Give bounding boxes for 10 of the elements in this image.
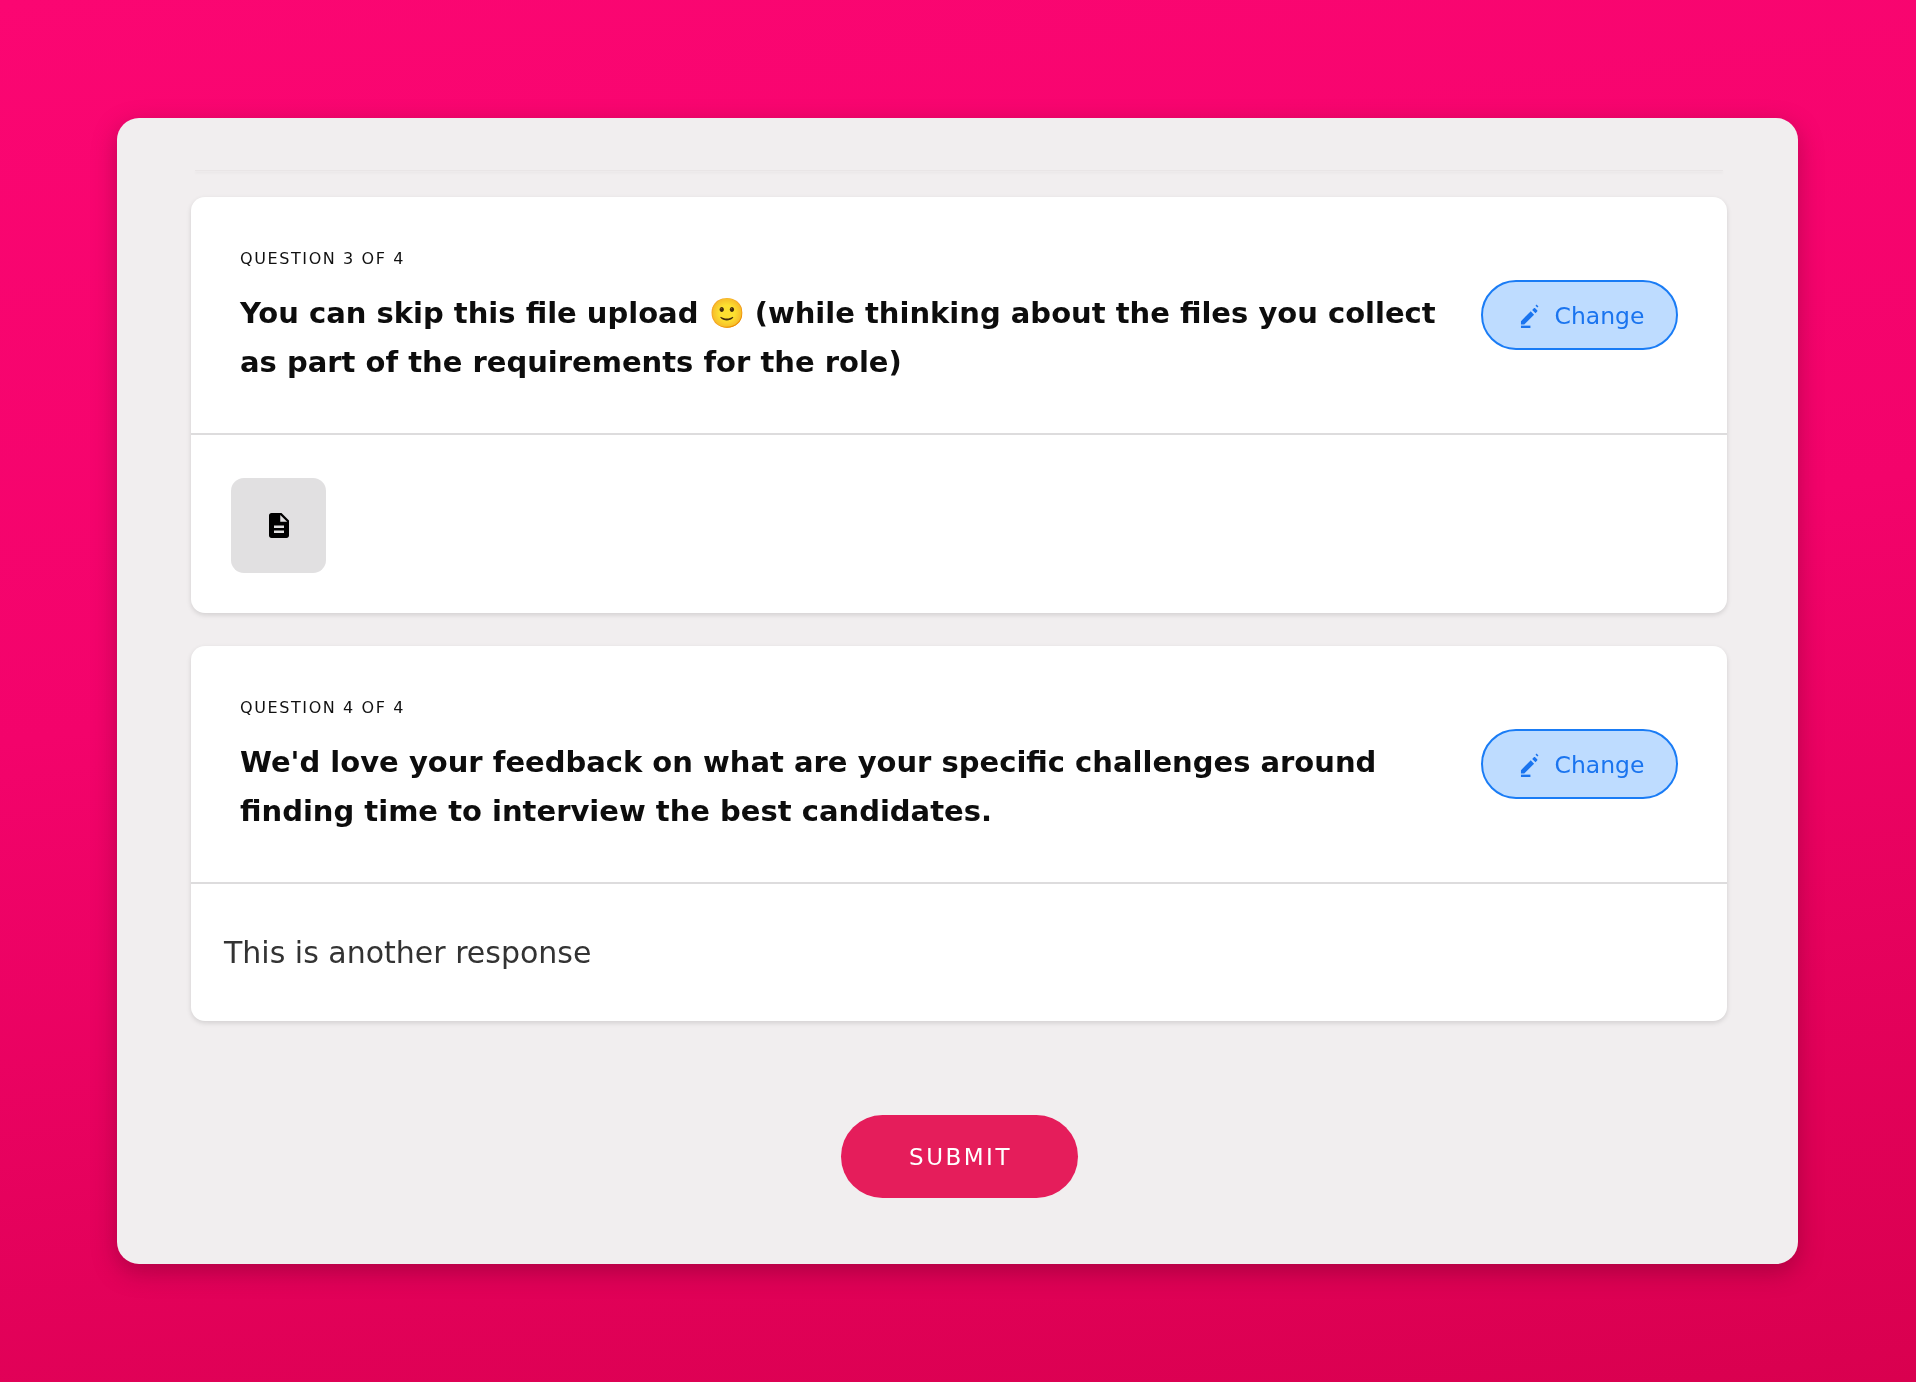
change-button[interactable]: Change [1481, 280, 1678, 350]
submit-button[interactable]: SUBMIT [840, 1115, 1078, 1198]
question-number: QUESTION 4 OF 4 [240, 697, 406, 719]
change-button[interactable]: Change [1481, 729, 1678, 799]
question-title: We'd love your feedback on what are your specific challenges around finding time to interview the best candidates. [240, 744, 1378, 830]
question-title: You can skip this file upload 🙂 (while thinking about the files you collect as part of the requirements for the role) [240, 295, 1437, 381]
file-button[interactable] [231, 478, 326, 573]
response-text: This is another response [224, 934, 592, 972]
document-icon [268, 513, 289, 538]
question-number: QUESTION 3 OF 4 [240, 248, 406, 270]
